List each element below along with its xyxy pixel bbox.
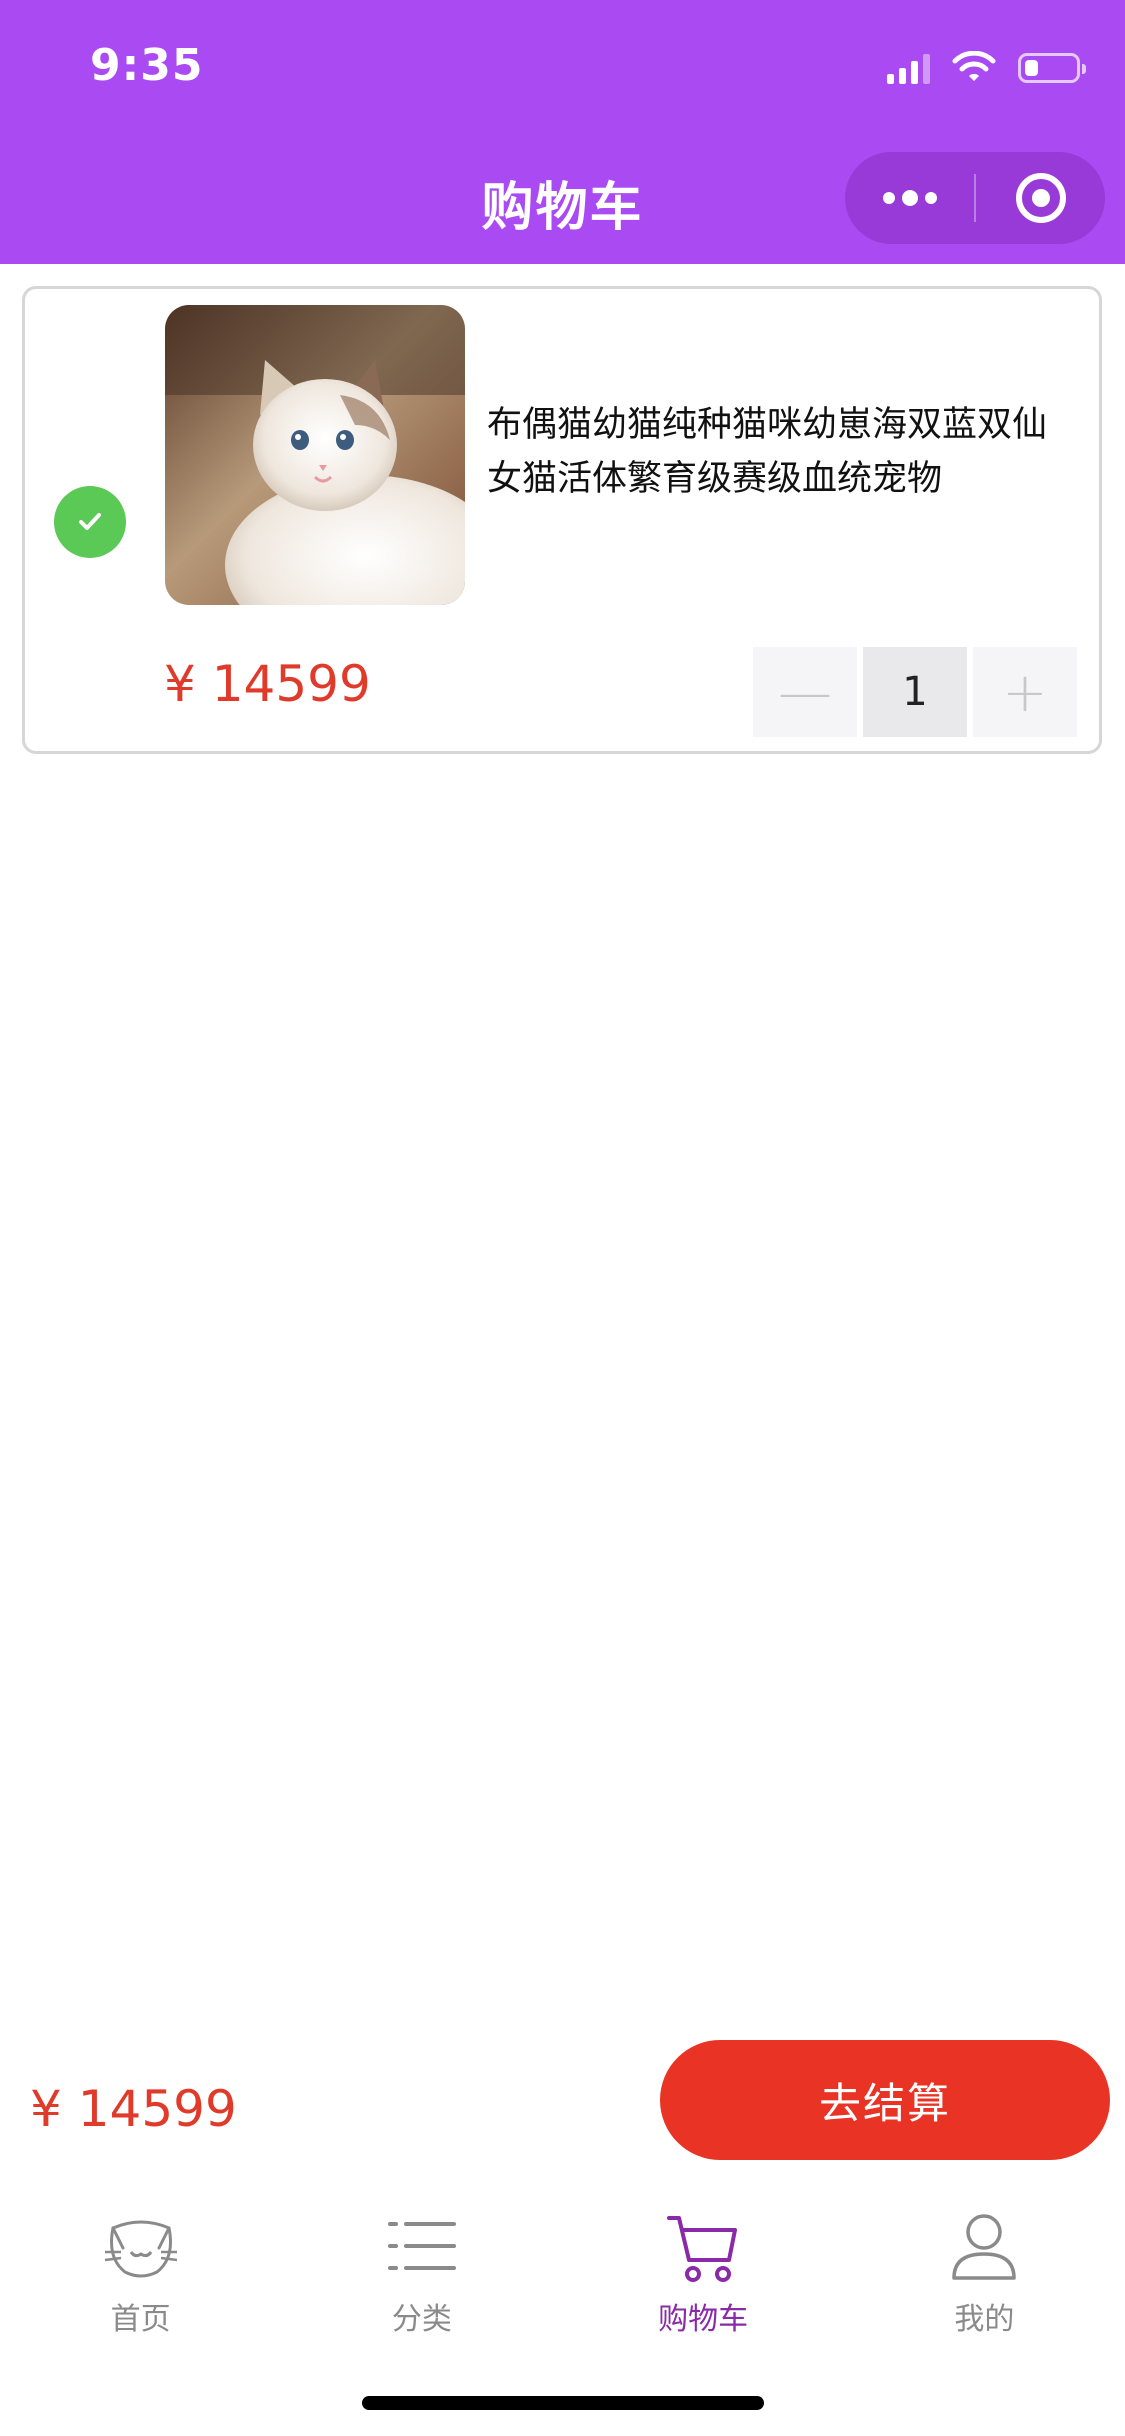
product-name[interactable]: 布偶猫幼猫纯种猫咪幼崽海双蓝双仙女猫活体繁育级赛级血统宠物 <box>487 398 1067 506</box>
more-dots-icon <box>882 190 937 206</box>
status-time: 9:35 <box>90 40 204 91</box>
tab-bar: 首页 分类 购物车 我的 <box>0 2190 1125 2350</box>
battery-level <box>1025 60 1038 76</box>
target-circle-icon <box>1015 173 1066 223</box>
tab-home[interactable]: 首页 <box>0 2190 281 2350</box>
tab-cart-label: 购物车 <box>658 2302 749 2337</box>
tab-category-label: 分类 <box>391 2302 452 2337</box>
quantity-value[interactable]: 1 <box>863 647 967 737</box>
close-mini-program-button[interactable] <box>976 152 1105 244</box>
item-select-checkbox[interactable] <box>54 486 126 558</box>
status-icons <box>887 48 1086 88</box>
wifi-icon <box>952 51 996 81</box>
tab-profile-label: 我的 <box>954 2302 1015 2337</box>
checkout-button[interactable]: 去结算 <box>660 2040 1110 2160</box>
mini-program-capsule <box>845 152 1105 244</box>
total-price: ¥ 14599 <box>30 2080 237 2138</box>
decrement-button[interactable]: — <box>753 647 857 737</box>
check-icon <box>79 513 101 530</box>
cellular-signal-icon <box>887 52 930 84</box>
more-button[interactable] <box>845 152 974 244</box>
item-price: ¥ 14599 <box>164 655 371 713</box>
home-indicator[interactable] <box>362 2396 764 2410</box>
product-image[interactable] <box>165 305 465 605</box>
increment-button[interactable]: + <box>973 647 1077 737</box>
tab-profile[interactable]: 我的 <box>844 2190 1125 2350</box>
tab-category[interactable]: 分类 <box>281 2190 562 2350</box>
battery-icon <box>1018 53 1086 83</box>
tab-cart[interactable]: 购物车 <box>563 2190 844 2350</box>
app-header: 9:35 购物车 <box>0 0 1125 264</box>
tab-home-label: 首页 <box>110 2302 171 2337</box>
list-icon <box>387 2222 456 2270</box>
cat-face-icon <box>104 2220 177 2278</box>
user-icon <box>952 2214 1017 2280</box>
quantity-stepper: — 1 + <box>753 647 1079 737</box>
shopping-cart-icon <box>667 2216 738 2282</box>
